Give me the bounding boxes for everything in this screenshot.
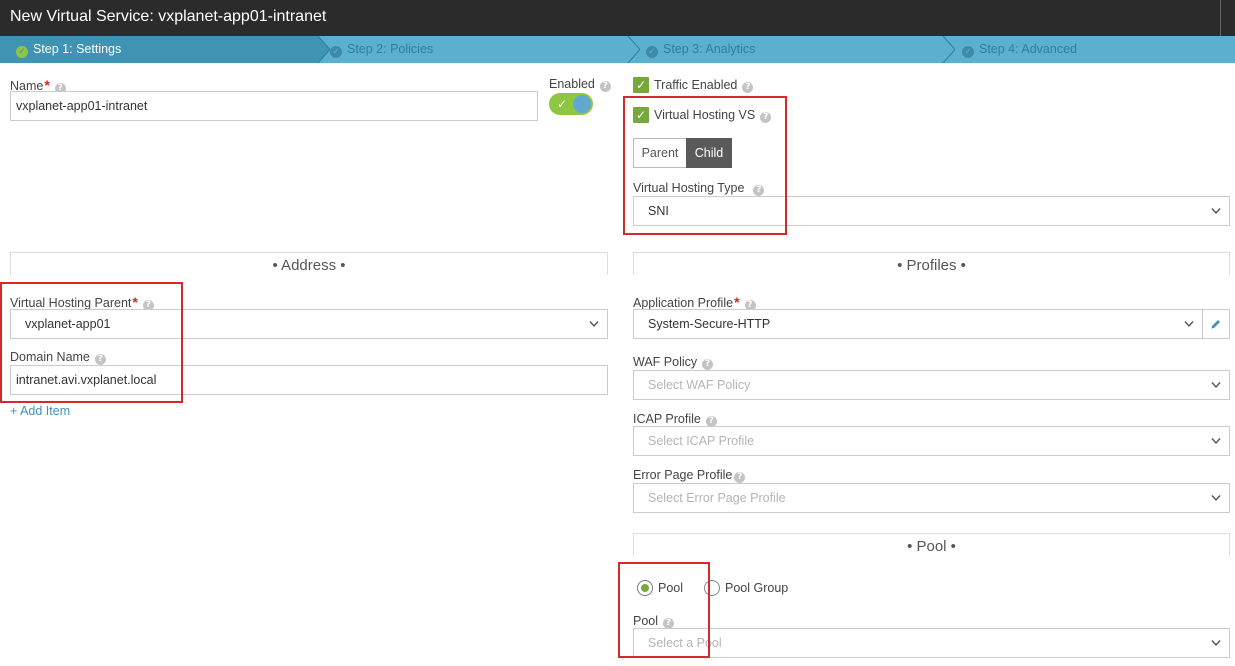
pool-radio[interactable] bbox=[637, 580, 653, 596]
pool-group-radio[interactable] bbox=[704, 580, 720, 596]
app-profile-value: System-Secure-HTTP bbox=[648, 317, 771, 331]
pool-label-text: Pool bbox=[633, 614, 659, 628]
question-circle-icon[interactable]: ? bbox=[702, 359, 714, 370]
address-section-header: • Address • bbox=[10, 252, 608, 276]
wizard-step-label: Step 3: Analytics bbox=[663, 42, 756, 56]
parent-option-button[interactable]: Parent bbox=[633, 138, 687, 168]
profiles-section-title: • Profiles • bbox=[897, 257, 966, 274]
name-input-value: vxplanet-app01-intranet bbox=[16, 99, 148, 113]
enabled-label: Enabled? bbox=[549, 77, 611, 92]
window-title: New Virtual Service: vxplanet-app01-intr… bbox=[10, 8, 327, 25]
icap-profile-label-text: ICAP Profile bbox=[633, 412, 701, 426]
title-bar-divider bbox=[1220, 0, 1221, 36]
wizard-step-label: Step 1: Settings bbox=[33, 42, 122, 56]
pool-select[interactable]: Select a Pool bbox=[633, 628, 1230, 658]
pool-label: Pool? bbox=[633, 614, 675, 629]
chevron-down-icon bbox=[1211, 382, 1221, 389]
question-circle-icon[interactable]: ? bbox=[753, 185, 765, 196]
check-circle-icon: ✓ bbox=[962, 46, 974, 58]
wizard-step-label: Step 2: Policies bbox=[347, 42, 434, 56]
pencil-icon bbox=[1211, 320, 1220, 329]
question-circle-icon[interactable]: ? bbox=[742, 82, 754, 93]
traffic-enabled-label-text: Traffic Enabled bbox=[654, 78, 738, 92]
address-section-title: • Address • bbox=[272, 257, 346, 274]
chevron-down-icon bbox=[1211, 438, 1221, 445]
question-circle-icon[interactable]: ? bbox=[599, 81, 611, 92]
app-profile-label-text: Application Profile bbox=[633, 296, 734, 310]
virtual-hosting-vs-label-text: Virtual Hosting VS bbox=[654, 108, 756, 122]
domain-name-label: Domain Name? bbox=[10, 350, 106, 365]
pool-section-header: • Pool • bbox=[633, 533, 1230, 557]
check-icon: ✓ bbox=[557, 97, 568, 111]
chevron-down-icon bbox=[589, 321, 599, 328]
pool-placeholder: Select a Pool bbox=[648, 636, 722, 650]
child-option-button[interactable]: Child bbox=[686, 138, 732, 168]
waf-policy-placeholder: Select WAF Policy bbox=[648, 378, 751, 392]
virtual-hosting-type-value: SNI bbox=[648, 204, 669, 218]
domain-name-label-text: Domain Name bbox=[10, 350, 90, 364]
wizard-step-analytics[interactable]: ✓ Step 3: Analytics bbox=[630, 36, 946, 63]
traffic-enabled-checkbox[interactable]: ✓ bbox=[633, 77, 649, 93]
check-circle-icon: ✓ bbox=[646, 46, 658, 58]
chevron-down-icon bbox=[1184, 321, 1194, 328]
vh-parent-select[interactable]: vxplanet-app01 bbox=[10, 309, 608, 339]
check-circle-icon: ✓ bbox=[330, 46, 342, 58]
waf-policy-label: WAF Policy? bbox=[633, 355, 714, 370]
wizard-step-policies[interactable]: ✓ Step 2: Policies bbox=[314, 36, 630, 63]
icap-profile-placeholder: Select ICAP Profile bbox=[648, 434, 755, 448]
name-input[interactable]: vxplanet-app01-intranet bbox=[10, 91, 538, 121]
icap-profile-select[interactable]: Select ICAP Profile bbox=[633, 426, 1230, 456]
waf-policy-label-text: WAF Policy bbox=[633, 355, 698, 369]
question-circle-icon[interactable]: ? bbox=[94, 354, 106, 365]
domain-name-input[interactable]: intranet.avi.vxplanet.local bbox=[10, 365, 608, 395]
error-page-profile-placeholder: Select Error Page Profile bbox=[648, 491, 786, 505]
required-marker: * bbox=[734, 294, 740, 310]
required-marker: * bbox=[132, 294, 138, 310]
window-title-bar: New Virtual Service: vxplanet-app01-intr… bbox=[0, 0, 1235, 36]
wizard-step-label: Step 4: Advanced bbox=[979, 42, 1077, 56]
error-page-profile-label: Error Page Profile? bbox=[633, 468, 746, 483]
question-circle-icon[interactable]: ? bbox=[760, 112, 772, 123]
add-item-link[interactable]: + Add Item bbox=[10, 404, 70, 418]
check-circle-icon: ✓ bbox=[16, 46, 28, 58]
icap-profile-label: ICAP Profile? bbox=[633, 412, 717, 427]
virtual-hosting-vs-label: Virtual Hosting VS? bbox=[654, 108, 772, 123]
pool-group-radio-label: Pool Group bbox=[725, 581, 789, 595]
domain-name-value: intranet.avi.vxplanet.local bbox=[16, 373, 157, 387]
virtual-hosting-type-label: Virtual Hosting Type? bbox=[633, 181, 765, 196]
waf-policy-select[interactable]: Select WAF Policy bbox=[633, 370, 1230, 400]
error-page-profile-label-text: Error Page Profile bbox=[633, 468, 733, 482]
app-profile-select[interactable]: System-Secure-HTTP bbox=[633, 309, 1203, 339]
profiles-section-header: • Profiles • bbox=[633, 252, 1230, 276]
vh-parent-value: vxplanet-app01 bbox=[25, 317, 111, 331]
toggle-knob bbox=[573, 95, 591, 113]
chevron-down-icon bbox=[1211, 640, 1221, 647]
virtual-hosting-vs-checkbox[interactable]: ✓ bbox=[633, 107, 649, 123]
edit-app-profile-button[interactable] bbox=[1202, 309, 1230, 339]
question-circle-icon[interactable]: ? bbox=[734, 472, 746, 483]
wizard-steps-bar: ✓ Step 1: Settings ✓ Step 2: Policies ✓ Ste… bbox=[0, 36, 1235, 63]
vh-parent-label-text: Virtual Hosting Parent bbox=[10, 296, 132, 310]
virtual-hosting-type-label-text: Virtual Hosting Type bbox=[633, 181, 745, 195]
chevron-down-icon bbox=[1211, 208, 1221, 215]
wizard-step-settings[interactable]: ✓ Step 1: Settings bbox=[0, 36, 318, 63]
enabled-label-text: Enabled bbox=[549, 77, 595, 91]
pool-radio-label: Pool bbox=[658, 581, 684, 595]
traffic-enabled-label: Traffic Enabled? bbox=[654, 78, 754, 93]
wizard-step-advanced[interactable]: ✓ Step 4: Advanced bbox=[946, 36, 1235, 63]
virtual-hosting-type-select[interactable]: SNI bbox=[633, 196, 1230, 226]
enabled-toggle[interactable]: ✓ bbox=[549, 93, 593, 115]
chevron-down-icon bbox=[1211, 495, 1221, 502]
pool-section-title: • Pool • bbox=[907, 538, 956, 555]
error-page-profile-select[interactable]: Select Error Page Profile bbox=[633, 483, 1230, 513]
